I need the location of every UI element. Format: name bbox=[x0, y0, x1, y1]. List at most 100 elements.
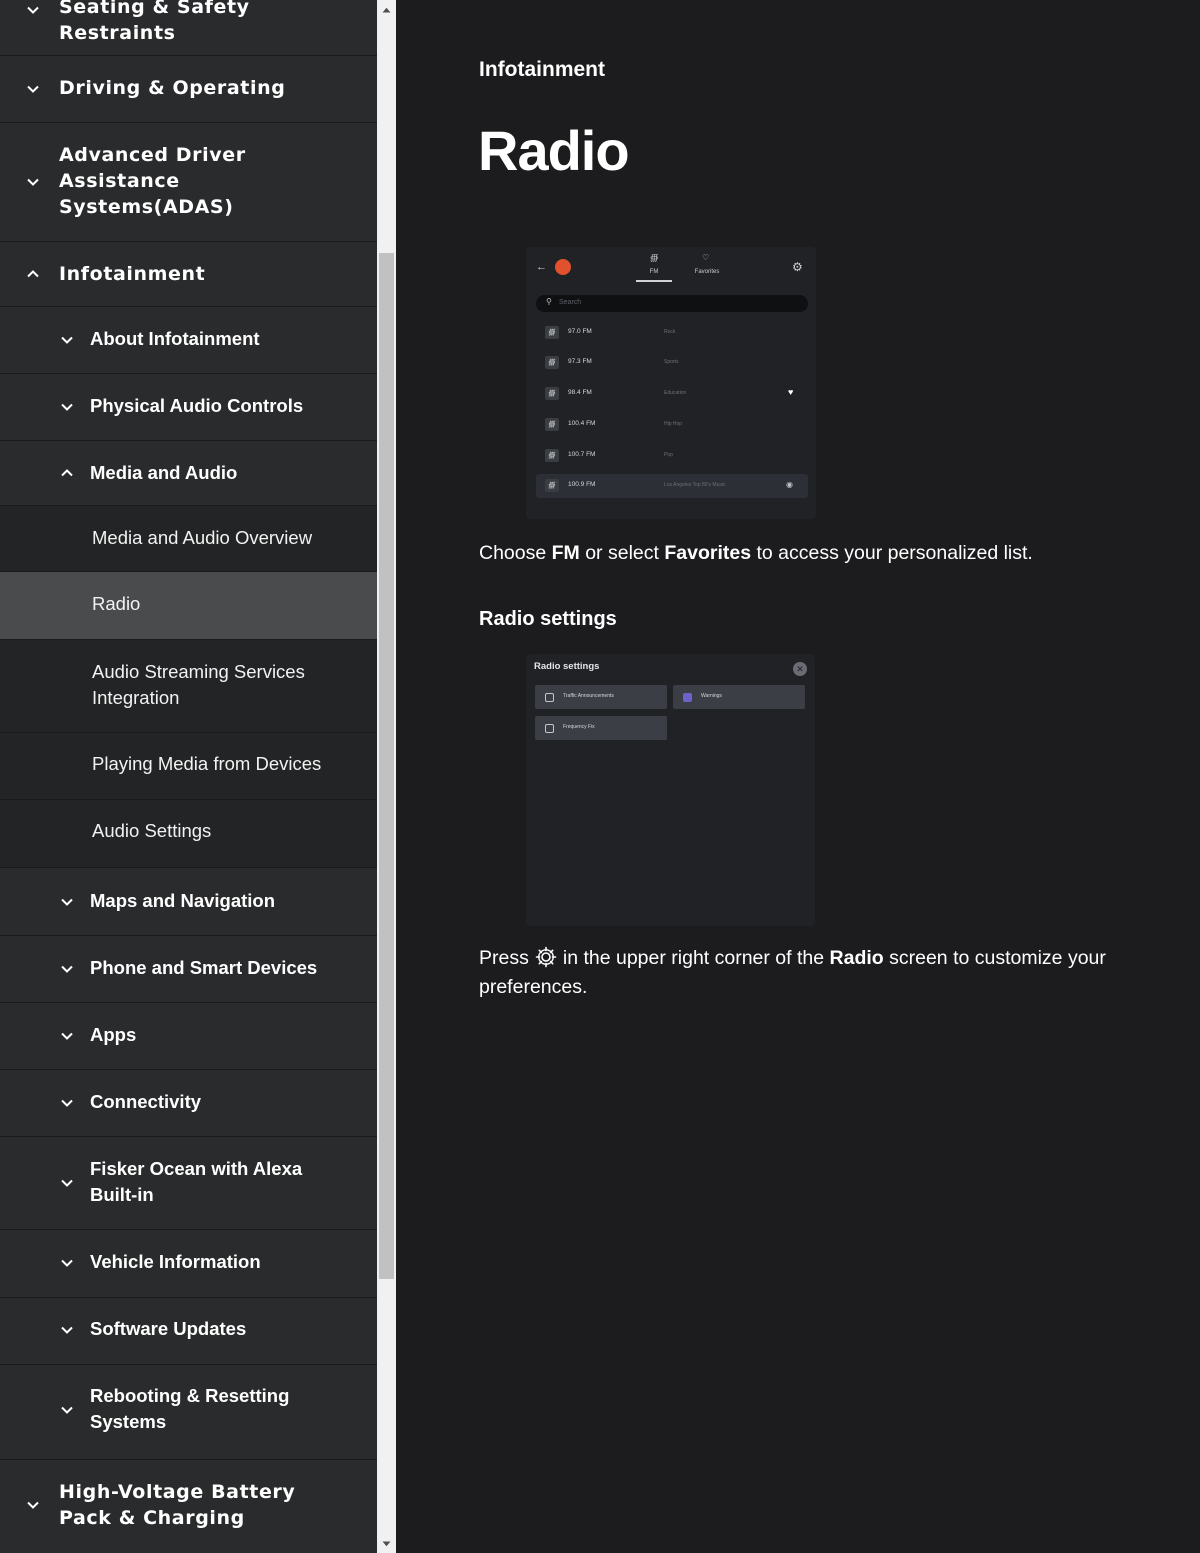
sidebar-item-label: High-Voltage Battery Pack & Charging bbox=[59, 1481, 296, 1529]
station-genre: Rock bbox=[664, 329, 676, 335]
search-icon: ⚲ bbox=[546, 297, 552, 306]
checkbox-icon bbox=[545, 693, 554, 702]
chevron-up-icon bbox=[25, 266, 41, 282]
sidebar-item-media-and-audio[interactable]: Media and Audio bbox=[0, 441, 377, 506]
station-row: ∰ 98.4 FM Education ♥ bbox=[536, 382, 808, 406]
intro-text-post: to access your personalized list. bbox=[751, 542, 1033, 564]
intro-paragraph: Choose FM or select Favorites to access … bbox=[479, 539, 1119, 568]
sidebar-item-audio-settings[interactable]: Audio Settings bbox=[0, 800, 377, 868]
sidebar-item-adas[interactable]: Advanced Driver Assistance Systems(ADAS) bbox=[0, 123, 377, 242]
sidebar-item-label: Playing Media from Devices bbox=[92, 753, 322, 774]
checkbox-checked-icon bbox=[683, 693, 692, 702]
scroll-down-arrow-icon[interactable] bbox=[377, 1534, 396, 1553]
station-icon: ∰ bbox=[545, 479, 559, 492]
sidebar-item-playing-media[interactable]: Playing Media from Devices bbox=[0, 733, 377, 800]
scroll-up-arrow-icon[interactable] bbox=[377, 0, 396, 19]
station-genre: Los Angeles Top 80's Music bbox=[664, 482, 726, 488]
station-frequency: 100.9 FM bbox=[568, 481, 596, 488]
sidebar-item-label: Maps and Navigation bbox=[90, 890, 276, 911]
option-label: Traffic Announcements bbox=[563, 693, 614, 699]
chevron-down-icon bbox=[25, 1497, 41, 1513]
sidebar-item-label: Audio Streaming Services Integration bbox=[92, 661, 305, 708]
chevron-down-icon bbox=[59, 1175, 75, 1191]
intro-favorites: Favorites bbox=[664, 542, 752, 564]
sidebar-item-label: Infotainment bbox=[59, 263, 206, 285]
sidebar-item-label: Connectivity bbox=[90, 1091, 202, 1112]
chevron-down-icon bbox=[59, 894, 75, 910]
sidebar-item-high-voltage-battery[interactable]: High-Voltage Battery Pack & Charging bbox=[0, 1460, 377, 1553]
station-row-playing: ∰ 100.9 FM Los Angeles Top 80's Music ◉ bbox=[536, 474, 808, 498]
station-frequency: 98.4 FM bbox=[568, 389, 592, 396]
main-content: Infotainment Radio ← ∰ FM ♡ Favorites ⚙ … bbox=[396, 0, 1200, 1553]
page-title: Radio bbox=[478, 119, 630, 182]
chevron-down-icon bbox=[59, 1028, 75, 1044]
sidebar-item-infotainment[interactable]: Infotainment bbox=[0, 242, 377, 307]
chevron-down-icon bbox=[25, 2, 41, 18]
option-warnings: Warnings bbox=[673, 685, 805, 709]
chevron-down-icon bbox=[59, 332, 75, 348]
option-label: Frequency Fix bbox=[563, 724, 595, 730]
station-frequency: 100.7 FM bbox=[568, 451, 596, 458]
chevron-down-icon bbox=[59, 1322, 75, 1338]
sidebar-item-label: Software Updates bbox=[90, 1318, 247, 1339]
heart-outline-icon: ♡ bbox=[702, 253, 710, 262]
tab-fm: FM bbox=[649, 269, 659, 275]
station-genre: Education bbox=[664, 390, 687, 396]
station-row: ∰ 100.7 FM Pop bbox=[536, 444, 808, 468]
chevron-down-icon bbox=[59, 399, 75, 415]
option-label: Warnings bbox=[701, 693, 722, 699]
antenna-icon: ∰ bbox=[650, 253, 659, 262]
sidebar-item-maps-navigation[interactable]: Maps and Navigation bbox=[0, 868, 377, 936]
settings-text-mid: in the upper right corner of the bbox=[562, 947, 830, 969]
sidebar-scrollbar[interactable] bbox=[377, 0, 396, 1553]
sidebar-nav: Seating & Safety Restraints Driving & Op… bbox=[0, 0, 377, 1553]
station-icon: ∰ bbox=[545, 387, 559, 400]
sidebar-item-label: About Infotainment bbox=[90, 328, 260, 349]
sidebar-item-vehicle-information[interactable]: Vehicle Information bbox=[0, 1230, 377, 1298]
sidebar-item-phone-smart-devices[interactable]: Phone and Smart Devices bbox=[0, 936, 377, 1003]
section-heading: Radio settings bbox=[479, 608, 617, 630]
sidebar-item-physical-audio-controls[interactable]: Physical Audio Controls bbox=[0, 374, 377, 441]
sidebar-item-label: Media and Audio bbox=[90, 462, 238, 483]
sidebar-item-seating-safety[interactable]: Seating & Safety Restraints bbox=[0, 0, 377, 56]
settings-paragraph: Press in the upper right corner of the Ra… bbox=[479, 944, 1119, 1002]
intro-text-pre: Choose bbox=[479, 542, 552, 564]
checkbox-icon bbox=[545, 724, 554, 733]
sidebar-item-driving-operating[interactable]: Driving & Operating bbox=[0, 56, 377, 123]
sidebar-item-software-updates[interactable]: Software Updates bbox=[0, 1298, 377, 1365]
settings-text-pre: Press bbox=[479, 947, 529, 969]
station-frequency: 100.4 FM bbox=[568, 420, 596, 427]
arrow-left-icon: ← bbox=[536, 261, 547, 273]
sidebar-item-about-infotainment[interactable]: About Infotainment bbox=[0, 307, 377, 374]
chevron-down-icon bbox=[59, 1095, 75, 1111]
scrollbar-thumb[interactable] bbox=[379, 253, 394, 1279]
station-genre: Hip Hop bbox=[664, 421, 683, 427]
station-icon: ∰ bbox=[545, 356, 559, 369]
chevron-up-icon bbox=[59, 465, 75, 481]
sidebar-item-label: Audio Settings bbox=[92, 820, 212, 841]
sidebar-item-radio[interactable]: Radio bbox=[0, 572, 377, 640]
sidebar-item-label: Apps bbox=[90, 1024, 137, 1045]
chevron-down-icon bbox=[25, 81, 41, 97]
station-genre: Sports bbox=[664, 359, 679, 365]
heart-icon: ♥ bbox=[788, 387, 794, 397]
settings-title: Radio settings bbox=[534, 661, 600, 672]
sidebar-item-label: Media and Audio Overview bbox=[92, 527, 313, 548]
station-row: ∰ 100.4 FM Hip Hop bbox=[536, 413, 808, 437]
radio-screen-image: ← ∰ FM ♡ Favorites ⚙ ⚲ Search ∰ 97.0 FM … bbox=[526, 247, 816, 519]
sidebar-item-label: Phone and Smart Devices bbox=[90, 957, 318, 978]
station-frequency: 97.3 FM bbox=[568, 358, 592, 365]
sidebar-item-label: Fisker Ocean with Alexa Built-in bbox=[90, 1158, 303, 1205]
chevron-down-icon bbox=[59, 1255, 75, 1271]
sidebar-item-apps[interactable]: Apps bbox=[0, 1003, 377, 1070]
sidebar-item-connectivity[interactable]: Connectivity bbox=[0, 1070, 377, 1137]
breadcrumb[interactable]: Infotainment bbox=[479, 58, 605, 82]
station-icon: ∰ bbox=[545, 449, 559, 462]
sidebar-item-label: Advanced Driver Assistance Systems(ADAS) bbox=[59, 144, 246, 218]
tab-favorites: Favorites bbox=[694, 269, 720, 275]
sidebar-item-rebooting-resetting[interactable]: Rebooting & Resetting Systems bbox=[0, 1365, 377, 1460]
sidebar-item-label: Radio bbox=[92, 593, 141, 614]
sidebar-item-media-audio-overview[interactable]: Media and Audio Overview bbox=[0, 506, 377, 572]
sidebar-item-alexa[interactable]: Fisker Ocean with Alexa Built-in bbox=[0, 1137, 377, 1230]
sidebar-item-audio-streaming[interactable]: Audio Streaming Services Integration bbox=[0, 640, 377, 733]
